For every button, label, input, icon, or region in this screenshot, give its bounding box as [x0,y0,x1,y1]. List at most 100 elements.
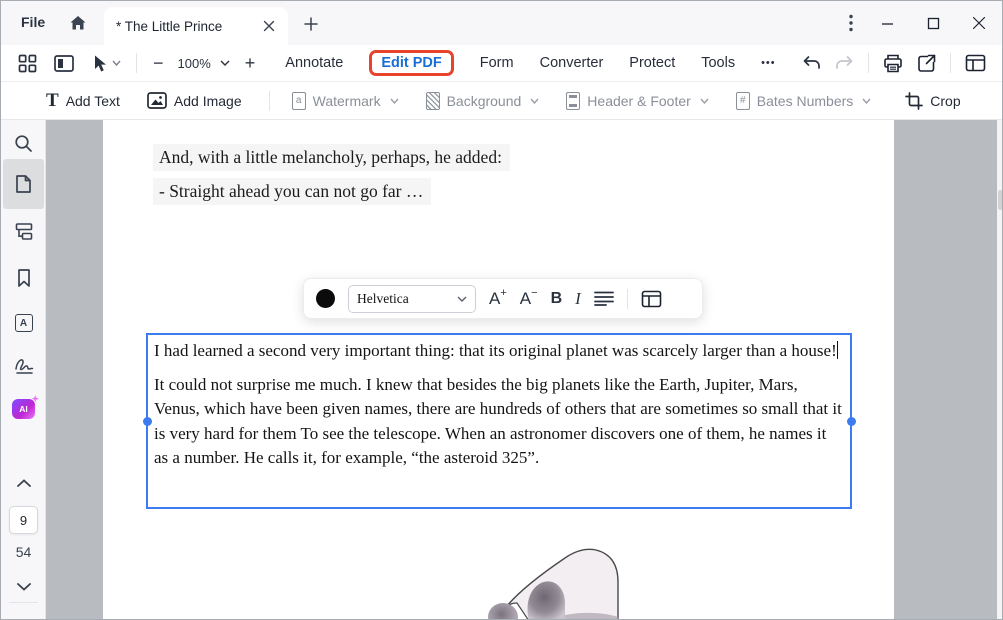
home-icon [68,13,88,33]
resize-handle-right[interactable] [847,417,856,426]
crop-icon [905,92,923,110]
scrollbar-thumb[interactable] [998,190,1003,210]
decrease-font-button[interactable]: A− [520,290,538,307]
home-button[interactable] [67,12,89,34]
tab-converter[interactable]: Converter [540,55,604,71]
background-icon [426,92,440,110]
font-family-select[interactable]: Helvetica [348,285,476,313]
page-text-line[interactable]: - Straight ahead you can not go far … [153,178,431,205]
layout-panel-icon[interactable] [965,50,986,76]
cursor-dropdown-icon[interactable] [112,50,121,76]
share-export-icon[interactable] [917,50,936,76]
print-icon[interactable] [883,50,903,76]
add-image-label: Add Image [174,93,242,109]
app-window: File * The Little Prince [0,0,1003,620]
pdf-page[interactable]: And, with a little melancholy, perhaps, … [103,120,894,620]
minimize-button[interactable] [864,1,910,45]
toolbar-separator [136,53,137,73]
new-tab-button[interactable] [301,14,321,34]
add-text-button[interactable]: T Add Text [46,91,120,110]
outline-tree-icon[interactable] [1,221,46,241]
bookmarks-icon[interactable] [1,268,46,288]
vertical-scrollbar[interactable] [997,120,1003,620]
crop-button[interactable]: Crop [905,92,960,110]
watermark-dropdown-icon[interactable] [390,98,399,104]
collapse-up-icon[interactable] [1,473,46,493]
font-color-swatch[interactable] [316,289,335,308]
format-separator [627,289,628,309]
align-button[interactable] [594,291,614,306]
page-text-line[interactable]: And, with a little melancholy, perhaps, … [153,144,510,171]
properties-panel-button[interactable] [641,290,662,308]
add-image-icon [147,92,167,109]
toolbar-right-group [802,50,1002,76]
watermark-label: Watermark [313,93,381,109]
header-footer-dropdown-icon[interactable] [700,98,709,104]
more-tabs-icon[interactable]: ••• [761,57,776,69]
thumbnail-grid-icon[interactable] [18,50,37,76]
add-text-icon: T [46,91,59,110]
watermark-button[interactable]: a Watermark [292,92,399,110]
edit-pdf-toolbar: T Add Text Add Image a Watermark Backgro… [1,82,1002,120]
signature-icon[interactable] [1,356,46,376]
tab-form[interactable]: Form [480,55,514,71]
watermark-icon: a [292,92,306,110]
total-pages-label: 54 [1,544,46,560]
header-footer-button[interactable]: Header & Footer [566,92,709,110]
kebab-menu-icon[interactable] [840,12,862,34]
document-tab[interactable]: * The Little Prince [104,7,288,45]
tab-edit-pdf[interactable]: Edit PDF [369,50,453,76]
resize-handle-left[interactable] [143,417,152,426]
select-tool-cursor-icon[interactable] [91,50,108,76]
background-button[interactable]: Background [426,92,540,110]
add-image-button[interactable]: Add Image [147,92,242,109]
page-down-icon[interactable] [1,577,46,597]
add-text-label: Add Text [66,93,120,109]
ribbon-nav: Annotate Edit PDF Form Converter Protect… [285,50,775,76]
telescope-illustration [379,541,625,620]
search-icon[interactable] [1,133,46,153]
window-controls [864,1,1002,45]
title-bar: File * The Little Prince [1,1,1002,45]
document-canvas[interactable]: And, with a little melancholy, perhaps, … [46,120,1003,620]
header-footer-icon [566,92,580,110]
main-toolbar: − 100% + Annotate Edit PDF Form Converte… [1,45,1002,82]
textbox-paragraph-1[interactable]: I had learned a second very important th… [154,339,844,364]
maximize-button[interactable] [910,1,956,45]
tab-annotate[interactable]: Annotate [285,55,343,71]
textbox-paragraph-2[interactable]: It could not surprise me much. I knew th… [154,373,844,471]
zoom-level-value[interactable]: 100% [178,56,211,71]
toolbar-separator [950,53,951,73]
file-menu[interactable]: File [21,14,45,30]
side-panel-icon[interactable] [54,50,74,76]
ai-assistant-icon[interactable]: AI✦ [1,399,46,419]
bates-numbers-label: Bates Numbers [757,93,853,109]
zoom-in-button[interactable]: + [245,50,256,76]
header-footer-label: Header & Footer [587,93,691,109]
background-dropdown-icon[interactable] [530,98,539,104]
toolbar-separator [868,53,869,73]
bates-numbers-dropdown-icon[interactable] [862,98,871,104]
increase-font-button[interactable]: A+ [489,290,507,307]
bold-button[interactable]: B [551,290,563,308]
tab-title: * The Little Prince [116,19,260,34]
editbar-separator [269,91,270,111]
text-format-toolbar: Helvetica A+ A− B I [303,278,703,319]
bates-numbers-button[interactable]: # Bates Numbers [736,92,871,110]
page-thumbnails-icon[interactable] [1,174,46,194]
zoom-dropdown-icon[interactable] [220,50,230,76]
undo-icon[interactable] [802,50,821,76]
redo-icon[interactable] [835,50,854,76]
workspace: A AI✦ 9 54 And, with a little melancholy… [1,120,1002,620]
close-window-button[interactable] [956,1,1002,45]
current-page-input[interactable]: 9 [9,506,38,534]
zoom-out-button[interactable]: − [153,50,164,76]
text-cursor [837,341,838,359]
tab-tools[interactable]: Tools [701,55,735,71]
selected-textbox[interactable]: I had learned a second very important th… [146,333,852,509]
italic-button[interactable]: I [575,289,581,309]
annotations-icon[interactable]: A [1,313,46,333]
tab-protect[interactable]: Protect [629,55,675,71]
bates-numbers-icon: # [736,92,750,110]
tab-close-icon[interactable] [260,17,278,35]
